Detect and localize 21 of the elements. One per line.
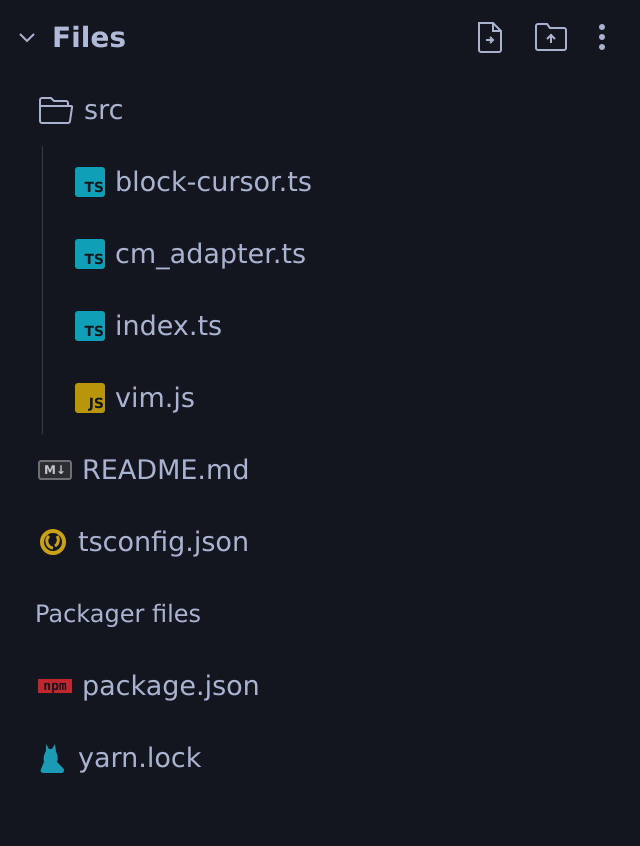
- new-file-icon: [476, 20, 504, 54]
- file-name[interactable]: cm_adapter.ts: [115, 238, 306, 270]
- file-name[interactable]: tsconfig.json: [78, 526, 250, 558]
- folder-name[interactable]: src: [84, 94, 124, 126]
- typescript-file-icon: TS: [75, 311, 105, 341]
- file-name[interactable]: yarn.lock: [78, 742, 202, 774]
- section-heading: Packager files: [34, 599, 202, 630]
- typescript-file-icon: TS: [75, 167, 105, 197]
- file-name[interactable]: README.md: [82, 454, 250, 486]
- swirl-icon: [38, 527, 68, 557]
- more-options-icon: [598, 23, 606, 51]
- file-name[interactable]: vim.js: [115, 382, 195, 414]
- new-folder-icon: [534, 22, 568, 52]
- panel-title: Files: [52, 20, 127, 54]
- file-name[interactable]: block-cursor.ts: [115, 166, 312, 198]
- npm-icon: npm: [38, 679, 72, 693]
- typescript-file-icon: TS: [75, 239, 105, 269]
- file-name[interactable]: package.json: [82, 670, 260, 702]
- file-name[interactable]: index.ts: [115, 310, 222, 342]
- javascript-file-icon: JS: [75, 383, 105, 413]
- markdown-file-icon: M↓: [38, 460, 72, 480]
